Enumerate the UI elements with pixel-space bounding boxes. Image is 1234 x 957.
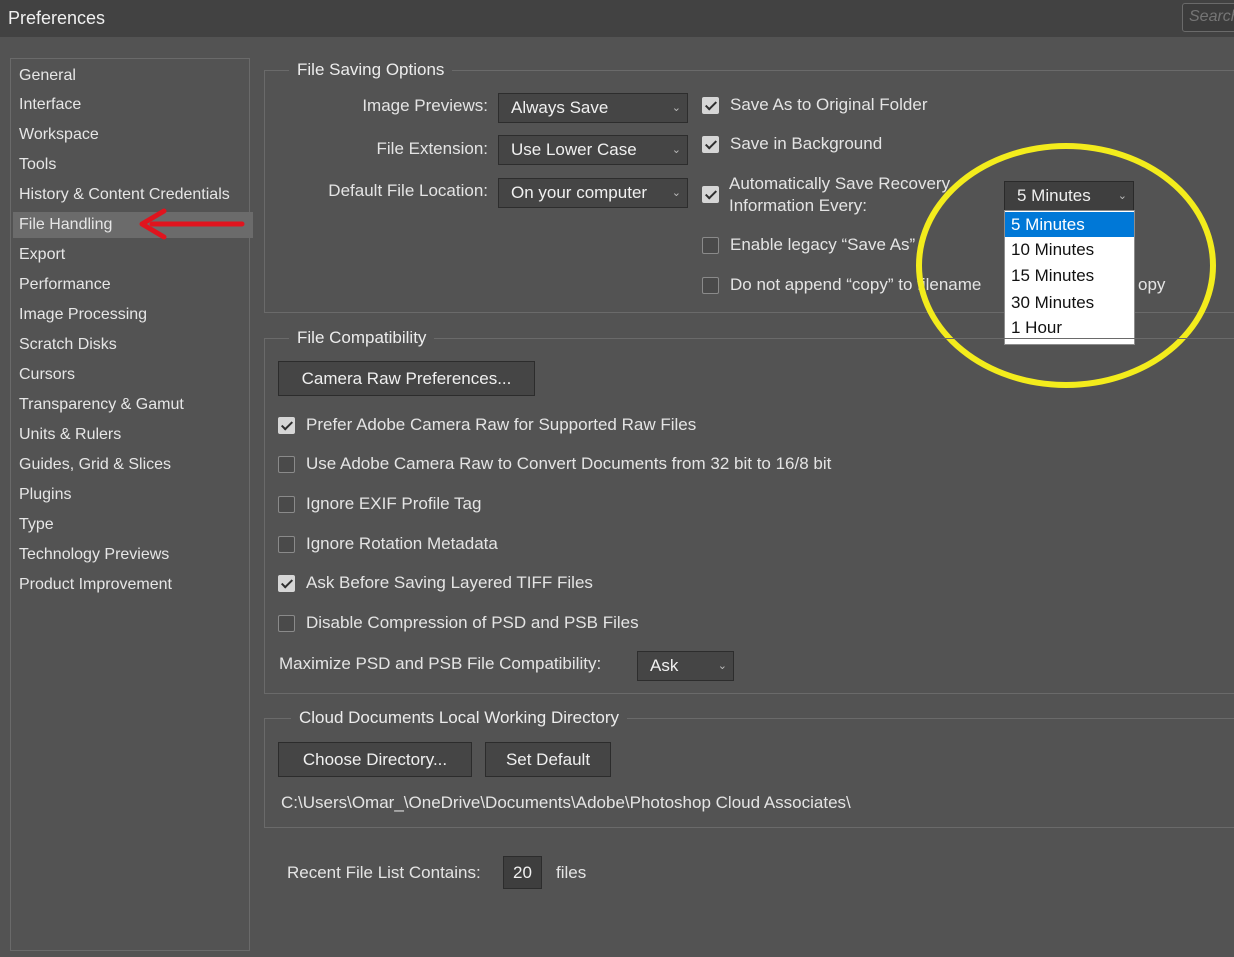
save-background-label: Save in Background xyxy=(730,134,883,153)
recent-files-label: Recent File List Contains: xyxy=(287,863,481,882)
maximize-compat-label: Maximize PSD and PSB File Compatibility: xyxy=(279,654,602,673)
ignore-rotation-checkbox[interactable] xyxy=(278,536,295,553)
auto-save-label-line2: Information Every: xyxy=(729,196,867,215)
sidebar-item-export[interactable]: Export xyxy=(19,242,247,268)
sidebar-item-units-rulers[interactable]: Units & Rulers xyxy=(19,422,247,448)
sidebar-item-workspace[interactable]: Workspace xyxy=(19,122,247,148)
legacy-save-as-checkbox[interactable] xyxy=(702,237,719,254)
sidebar-item-cursors[interactable]: Cursors xyxy=(19,362,247,388)
recent-files-input[interactable]: 20 xyxy=(503,856,542,889)
auto-save-checkbox[interactable] xyxy=(702,186,719,203)
window-title: Preferences xyxy=(8,8,106,28)
sidebar: General Interface Workspace Tools Histor… xyxy=(10,58,253,951)
sidebar-item-product-improvement[interactable]: Product Improvement xyxy=(19,572,247,598)
file-extension-dropdown[interactable]: Use Lower Case ⌄ xyxy=(498,135,688,165)
camera-raw-preferences-button[interactable]: Camera Raw Preferences... xyxy=(278,361,535,396)
prefer-camera-raw-checkbox[interactable] xyxy=(278,417,295,434)
title-bar xyxy=(0,0,1234,37)
camera-raw-convert-checkbox[interactable] xyxy=(278,456,295,473)
chevron-down-icon: ⌄ xyxy=(671,187,681,199)
sidebar-item-image-processing[interactable]: Image Processing xyxy=(19,302,247,328)
file-extension-label: File Extension: xyxy=(376,139,489,158)
sidebar-item-plugins[interactable]: Plugins xyxy=(19,482,247,508)
cloud-directory-path: C:\Users\Omar_\OneDrive\Documents\Adobe\… xyxy=(281,793,851,812)
sidebar-item-interface[interactable]: Interface xyxy=(19,92,247,118)
sidebar-item-performance[interactable]: Performance xyxy=(19,272,247,298)
set-default-button[interactable]: Set Default xyxy=(485,742,611,777)
chevron-down-icon: ⌄ xyxy=(671,144,681,156)
chevron-down-icon: ⌄ xyxy=(717,660,727,672)
arrow-annotation-icon xyxy=(139,208,245,240)
ignore-rotation-label: Ignore Rotation Metadata xyxy=(306,534,498,553)
maximize-compat-value: Ask xyxy=(650,656,679,675)
disable-compression-label: Disable Compression of PSD and PSB Files xyxy=(306,613,639,632)
auto-save-label-line1: Automatically Save Recovery xyxy=(729,174,951,193)
choose-directory-button[interactable]: Choose Directory... xyxy=(278,742,472,777)
save-background-checkbox[interactable] xyxy=(702,136,719,153)
default-location-dropdown[interactable]: On your computer ⌄ xyxy=(498,178,688,208)
save-as-original-label: Save As to Original Folder xyxy=(730,95,928,114)
ask-layered-tiff-label: Ask Before Saving Layered TIFF Files xyxy=(306,573,593,592)
file-saving-title: File Saving Options xyxy=(289,60,453,80)
image-previews-label: Image Previews: xyxy=(362,96,488,115)
prefer-camera-raw-label: Prefer Adobe Camera Raw for Supported Ra… xyxy=(306,415,697,434)
ask-layered-tiff-checkbox[interactable] xyxy=(278,575,295,592)
no-copy-checkbox[interactable] xyxy=(702,277,719,294)
default-location-label: Default File Location: xyxy=(328,181,488,200)
ignore-exif-label: Ignore EXIF Profile Tag xyxy=(306,494,482,513)
disable-compression-checkbox[interactable] xyxy=(278,615,295,632)
default-location-value: On your computer xyxy=(511,183,648,202)
recent-files-unit: files xyxy=(556,863,587,882)
file-compat-title: File Compatibility xyxy=(289,328,435,348)
sidebar-item-scratch-disks[interactable]: Scratch Disks xyxy=(19,332,247,358)
sidebar-item-guides[interactable]: Guides, Grid & Slices xyxy=(19,452,247,478)
maximize-compat-dropdown[interactable]: Ask ⌄ xyxy=(637,651,734,681)
image-previews-dropdown[interactable]: Always Save ⌄ xyxy=(498,93,688,123)
save-as-original-checkbox[interactable] xyxy=(702,97,719,114)
file-extension-value: Use Lower Case xyxy=(511,140,637,159)
sidebar-item-general[interactable]: General xyxy=(19,63,247,89)
sidebar-item-type[interactable]: Type xyxy=(19,512,247,538)
sidebar-item-transparency[interactable]: Transparency & Gamut xyxy=(19,392,247,418)
image-previews-value: Always Save xyxy=(511,98,609,117)
legacy-save-as-label: Enable legacy “Save As” xyxy=(730,235,916,254)
search-input[interactable] xyxy=(1183,4,1234,30)
cloud-docs-title: Cloud Documents Local Working Directory xyxy=(291,708,627,728)
sidebar-item-history[interactable]: History & Content Credentials xyxy=(19,182,247,208)
ignore-exif-checkbox[interactable] xyxy=(278,496,295,513)
chevron-down-icon: ⌄ xyxy=(671,102,681,114)
camera-raw-convert-label: Use Adobe Camera Raw to Convert Document… xyxy=(306,454,832,473)
sidebar-item-tools[interactable]: Tools xyxy=(19,152,247,178)
sidebar-item-tech-previews[interactable]: Technology Previews xyxy=(19,542,247,568)
search-box[interactable] xyxy=(1182,3,1234,32)
